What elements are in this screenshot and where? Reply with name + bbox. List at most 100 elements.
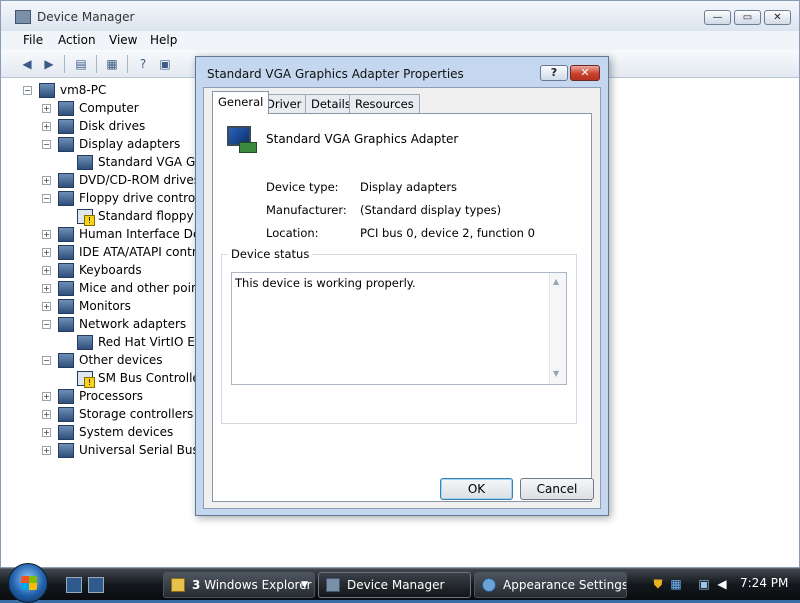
maximize-button[interactable]: ▭	[734, 10, 761, 25]
device-icon	[77, 335, 93, 350]
expand-icon[interactable]: +	[42, 428, 51, 437]
title-bar[interactable]: Device Manager — ▭ ✕	[1, 1, 799, 31]
tree-item[interactable]: + Mice and other pointin	[17, 280, 214, 298]
tree-item-label: Monitors	[79, 299, 131, 313]
start-button[interactable]	[8, 563, 48, 603]
tree-item[interactable]: + Computer	[17, 100, 207, 118]
tree-root[interactable]: − vm8-PC	[17, 82, 207, 100]
tree-item[interactable]: + Human Interface Devic	[17, 226, 217, 244]
device-icon	[58, 443, 74, 458]
dialog-close-button[interactable]: ✕	[570, 65, 600, 81]
scroll-up-icon[interactable]: ▲	[553, 277, 559, 286]
tree-item[interactable]: + Processors	[17, 388, 207, 406]
collapse-icon[interactable]: −	[42, 140, 51, 149]
expand-icon[interactable]: +	[42, 104, 51, 113]
windows-logo-icon	[21, 576, 37, 590]
expand-icon[interactable]: +	[42, 392, 51, 401]
ok-button[interactable]: OK	[440, 478, 513, 500]
scan-icon[interactable]: ▦	[104, 56, 120, 72]
tree-item[interactable]: + Universal Serial Bus co	[17, 442, 217, 460]
folder-icon	[171, 578, 185, 592]
tree-item[interactable]: − Other devices	[17, 352, 207, 370]
device-icon	[58, 173, 74, 188]
tree-item[interactable]: + DVD/CD-ROM drives	[17, 172, 207, 190]
network-icon[interactable]: ▣	[697, 577, 711, 591]
tree-item-label: Keyboards	[79, 263, 142, 277]
task-count: 3	[192, 578, 201, 592]
collapse-icon[interactable]: −	[23, 86, 32, 95]
expand-icon[interactable]: +	[42, 410, 51, 419]
menu-bar: File Action View Help	[1, 31, 799, 50]
task-windows-explorer[interactable]: 3 Windows Explorer ▼	[163, 572, 315, 598]
appearance-icon	[482, 578, 496, 592]
security-shield-icon[interactable]: ⛊	[651, 577, 665, 591]
properties-icon[interactable]: ▤	[73, 56, 89, 72]
menu-file[interactable]: File	[23, 33, 43, 47]
status-scrollbar[interactable]: ▲ ▼	[549, 273, 566, 384]
collapse-icon[interactable]: −	[42, 356, 51, 365]
tree-item[interactable]: + Disk drives	[17, 118, 207, 136]
cancel-button[interactable]: Cancel	[520, 478, 594, 500]
task-device-manager[interactable]: Device Manager	[318, 572, 471, 598]
device-manager-app-icon	[15, 10, 31, 24]
help-button[interactable]: ?	[540, 65, 568, 81]
tree-item[interactable]: − Network adapters	[17, 316, 207, 334]
tree-item-label: Computer	[79, 101, 139, 115]
forward-icon[interactable]: ▶	[41, 56, 57, 72]
taskbar: 3 Windows Explorer ▼ Device Manager Appe…	[0, 563, 800, 603]
device-status-textbox[interactable]: This device is working properly. ▲ ▼	[231, 272, 567, 385]
expand-icon[interactable]: +	[42, 176, 51, 185]
expand-icon[interactable]: +	[42, 284, 51, 293]
tab-general[interactable]: General	[212, 91, 270, 114]
tree-item[interactable]: Red Hat VirtIO Ethe	[17, 334, 215, 352]
expand-icon[interactable]: +	[42, 446, 51, 455]
device-icon	[58, 389, 74, 404]
menu-action[interactable]: Action	[58, 33, 96, 47]
tree-item[interactable]: − Floppy drive controller	[17, 190, 214, 208]
tree-item[interactable]: + IDE ATA/ATAPI contro	[17, 244, 207, 262]
tree-item-label: DVD/CD-ROM drives	[79, 173, 201, 187]
scroll-down-icon[interactable]: ▼	[553, 369, 559, 378]
tab-resources[interactable]: Resources	[349, 94, 420, 113]
tree-item-label: vm8-PC	[60, 83, 107, 97]
minimize-button[interactable]: —	[704, 10, 731, 25]
collapse-icon[interactable]: −	[42, 194, 51, 203]
view-icon[interactable]: ▣	[157, 56, 173, 72]
dialog-title: Standard VGA Graphics Adapter Properties	[207, 67, 464, 81]
switch-windows-icon[interactable]	[88, 577, 104, 593]
tree-item[interactable]: + Keyboards	[17, 262, 207, 280]
collapse-icon[interactable]: −	[42, 320, 51, 329]
clock[interactable]: 7:24 PM	[740, 576, 788, 590]
device-icon	[58, 281, 74, 296]
computer-icon	[39, 83, 55, 98]
device-tree: − vm8-PC + Computer + Disk drives − Display ada…	[17, 81, 217, 521]
show-desktop-icon[interactable]	[66, 577, 82, 593]
back-icon[interactable]: ◀	[19, 56, 35, 72]
expand-icon[interactable]: +	[42, 266, 51, 275]
expand-icon[interactable]: +	[42, 122, 51, 131]
device-icon	[58, 425, 74, 440]
help-icon[interactable]: ?	[135, 56, 151, 72]
tree-item[interactable]: Standard floppy dis	[17, 208, 215, 226]
expand-icon[interactable]: +	[42, 302, 51, 311]
menu-help[interactable]: Help	[150, 33, 177, 47]
tree-item-label: Floppy drive controller	[79, 191, 215, 205]
display-adapter-icon	[227, 126, 257, 154]
tree-item[interactable]: + Monitors	[17, 298, 207, 316]
device-icon	[58, 407, 74, 422]
device-icon	[58, 101, 74, 116]
task-appearance-settings[interactable]: Appearance Settings	[474, 572, 627, 598]
volume-icon[interactable]: ◀	[715, 577, 729, 591]
tree-item[interactable]: + Storage controllers	[17, 406, 207, 424]
tree-item[interactable]: SM Bus Controller	[17, 370, 207, 388]
windows-update-icon[interactable]: ▦	[669, 577, 683, 591]
device-icon	[58, 263, 74, 278]
device-status-group: Device status This device is working pro…	[221, 247, 577, 424]
expand-icon[interactable]: +	[42, 248, 51, 257]
menu-view[interactable]: View	[109, 33, 137, 47]
close-button[interactable]: ✕	[764, 10, 791, 25]
tree-item[interactable]: + System devices	[17, 424, 207, 442]
tree-item[interactable]: − Display adapters	[17, 136, 207, 154]
expand-icon[interactable]: +	[42, 230, 51, 239]
tree-item[interactable]: Standard VGA Grap	[17, 154, 215, 172]
